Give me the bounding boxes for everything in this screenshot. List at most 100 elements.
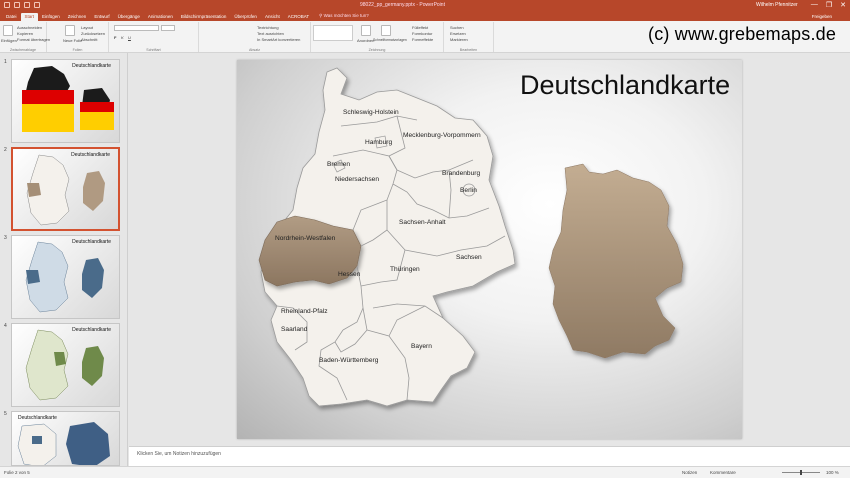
tab-datei[interactable]: Datei <box>2 13 21 21</box>
underline-icon[interactable]: U <box>128 35 131 40</box>
shape-effects-button[interactable]: Formeffekte <box>412 37 433 42</box>
slide-thumbnail-4[interactable]: Deutschlandkarte <box>11 323 120 407</box>
slide-thumbnail-2[interactable]: Deutschlandkarte <box>11 147 120 231</box>
user-name[interactable]: Wilhelm Pfennitzer <box>756 2 798 8</box>
font-group-label: Schriftart <box>146 48 161 52</box>
section-button[interactable]: Abschnitt <box>81 37 97 42</box>
maximize-button[interactable]: ❐ <box>826 1 832 9</box>
slide-indicator: Folie 2 von 5 <box>4 470 30 475</box>
window-title: 98022_pp_germany.pptx - PowerPoint <box>360 2 445 8</box>
convert-smartart-button[interactable]: In SmartArt konvertieren <box>257 37 300 42</box>
new-slide-icon[interactable] <box>65 25 75 36</box>
quick-styles-button[interactable]: Schnellformatvorlagen <box>373 38 407 42</box>
germany-map: Schleswig-Holstein Mecklenburg-Vorpommer… <box>258 67 684 407</box>
shape-fill-button[interactable]: Fülleffekt <box>412 25 428 30</box>
close-button[interactable]: ✕ <box>840 1 846 9</box>
slide-thumbnail-5[interactable]: Deutschlandkarte <box>11 411 120 466</box>
shapes-gallery[interactable] <box>313 25 353 41</box>
tab-acrobat[interactable]: ACROBAT <box>284 13 313 21</box>
select-button[interactable]: Markieren <box>450 37 468 42</box>
replace-button[interactable]: Ersetzen <box>450 31 466 36</box>
label-niedersachsen: Niedersachsen <box>335 176 379 183</box>
label-schleswig-holstein: Schleswig-Holstein <box>343 109 399 116</box>
shape-outline-button[interactable]: Formkontur <box>412 31 432 36</box>
label-thueringen: Thüringen <box>390 266 420 273</box>
undo-icon[interactable] <box>14 2 20 8</box>
thumbnail-number: 2 <box>4 147 7 153</box>
arrange-button[interactable]: Anordnen <box>357 38 374 43</box>
quick-access-toolbar <box>4 2 40 8</box>
germany-map-blue-image <box>25 241 104 313</box>
tab-einfuegen[interactable]: Einfügen <box>38 13 64 21</box>
thumbnail-title: Deutschlandkarte <box>71 152 110 158</box>
germany-map-image <box>26 154 105 226</box>
tab-start[interactable]: Start <box>20 13 39 21</box>
save-icon[interactable] <box>4 2 10 8</box>
paragraph-group-label: Absatz <box>249 48 260 52</box>
thumbnail-number: 1 <box>4 59 7 65</box>
thumbnail-title: Deutschlandkarte <box>72 239 111 245</box>
notes-placeholder[interactable]: Klicken Sie, um Notizen hinzuzufügen <box>137 451 221 457</box>
slides-group: Neue Folie Layout Zurücksetzen Abschnitt… <box>47 22 109 52</box>
font-name-combobox[interactable] <box>114 25 159 31</box>
arrange-icon[interactable] <box>361 25 371 36</box>
label-bayern: Bayern <box>411 343 432 350</box>
share-button[interactable]: Freigeben <box>812 14 832 19</box>
copy-button[interactable]: Kopieren <box>17 31 33 36</box>
zoom-slider-thumb[interactable] <box>800 470 802 475</box>
thumbnail-title: Deutschlandkarte <box>72 327 111 333</box>
new-slide-button[interactable]: Neue Folie <box>63 38 82 43</box>
ribbon-tabs: Datei Start Einfügen Zeichnen Entwurf Üb… <box>0 11 850 21</box>
drawing-group: Anordnen Schnellformatvorlagen Fülleffek… <box>311 22 444 52</box>
quick-styles-icon[interactable] <box>381 25 391 36</box>
label-nordrhein-westfalen: Nordrhein-Westfalen <box>275 235 336 242</box>
notes-pane[interactable]: Klicken Sie, um Notizen hinzuzufügen <box>129 446 850 466</box>
font-size-combobox[interactable] <box>161 25 175 31</box>
comments-toggle-button[interactable]: Kommentare <box>710 470 736 475</box>
italic-icon[interactable]: K <box>121 35 124 40</box>
redo-icon[interactable] <box>24 2 30 8</box>
minimize-button[interactable]: — <box>811 1 818 9</box>
layout-button[interactable]: Layout <box>81 25 93 30</box>
label-brandenburg: Brandenburg <box>442 170 480 177</box>
format-painter-button[interactable]: Format übertragen <box>17 37 50 42</box>
tab-entwurf[interactable]: Entwurf <box>90 13 113 21</box>
slide-thumbnail-1[interactable]: Deutschlandkarte <box>11 59 120 143</box>
text-direction-button[interactable]: Textrichtung <box>257 25 279 30</box>
label-bremen: Bremen <box>327 161 350 168</box>
notes-toggle-button[interactable]: Notizen <box>682 470 697 475</box>
zoom-slider[interactable] <box>782 470 820 475</box>
tab-uebergaenge[interactable]: Übergänge <box>114 13 144 21</box>
align-text-button[interactable]: Text ausrichten <box>257 31 284 36</box>
cut-button[interactable]: Ausschneiden <box>17 25 42 30</box>
zoom-level[interactable]: 100 % <box>826 470 839 475</box>
bold-icon[interactable]: F <box>114 35 116 40</box>
label-berlin: Berlin <box>460 187 477 194</box>
thumbnail-title: Deutschlandkarte <box>72 63 111 69</box>
watermark-text: (c) www.grebemaps.de <box>648 24 837 44</box>
tab-ueberpruefen[interactable]: Überprüfen <box>230 13 261 21</box>
germany-silhouette-shape[interactable] <box>548 163 684 359</box>
tab-bildschirmpraesentation[interactable]: Bildschirmpräsentation <box>177 13 231 21</box>
editing-group-label: Bearbeiten <box>459 48 478 52</box>
paste-icon[interactable] <box>3 25 13 36</box>
slide-thumbnail-pane[interactable]: 1 Deutschlandkarte Deutschlandkarte 2 De… <box>0 53 128 466</box>
label-mecklenburg-vorpommern: Mecklenburg-Vorpommern <box>403 132 481 139</box>
find-button[interactable]: Suchen <box>450 25 464 30</box>
thumbnail-title: Deutschlandkarte <box>18 415 57 421</box>
tab-ansicht[interactable]: Ansicht <box>261 13 284 21</box>
tell-me-search[interactable]: ⚲ Was möchten Sie tun? <box>319 13 369 21</box>
clipboard-group-label: Zwischenablage <box>10 48 36 52</box>
label-rheinland-pfalz: Rheinland-Pfalz <box>281 308 328 315</box>
reset-button[interactable]: Zurücksetzen <box>81 31 105 36</box>
label-hamburg: Hamburg <box>365 139 392 146</box>
label-sachsen: Sachsen <box>456 254 482 261</box>
tab-zeichnen[interactable]: Zeichnen <box>64 13 91 21</box>
paste-button[interactable]: Einfügen <box>1 38 17 43</box>
title-bar: 98022_pp_germany.pptx - PowerPoint Wilhe… <box>0 0 850 11</box>
tab-animationen[interactable]: Animationen <box>144 13 177 21</box>
slide-thumbnail-3[interactable]: Deutschlandkarte <box>11 235 120 319</box>
drawing-group-label: Zeichnung <box>368 48 386 52</box>
start-presentation-icon[interactable] <box>34 2 40 8</box>
slide-canvas[interactable]: Deutschlandkarte Schleswig-Holstein Meck… <box>237 60 742 439</box>
